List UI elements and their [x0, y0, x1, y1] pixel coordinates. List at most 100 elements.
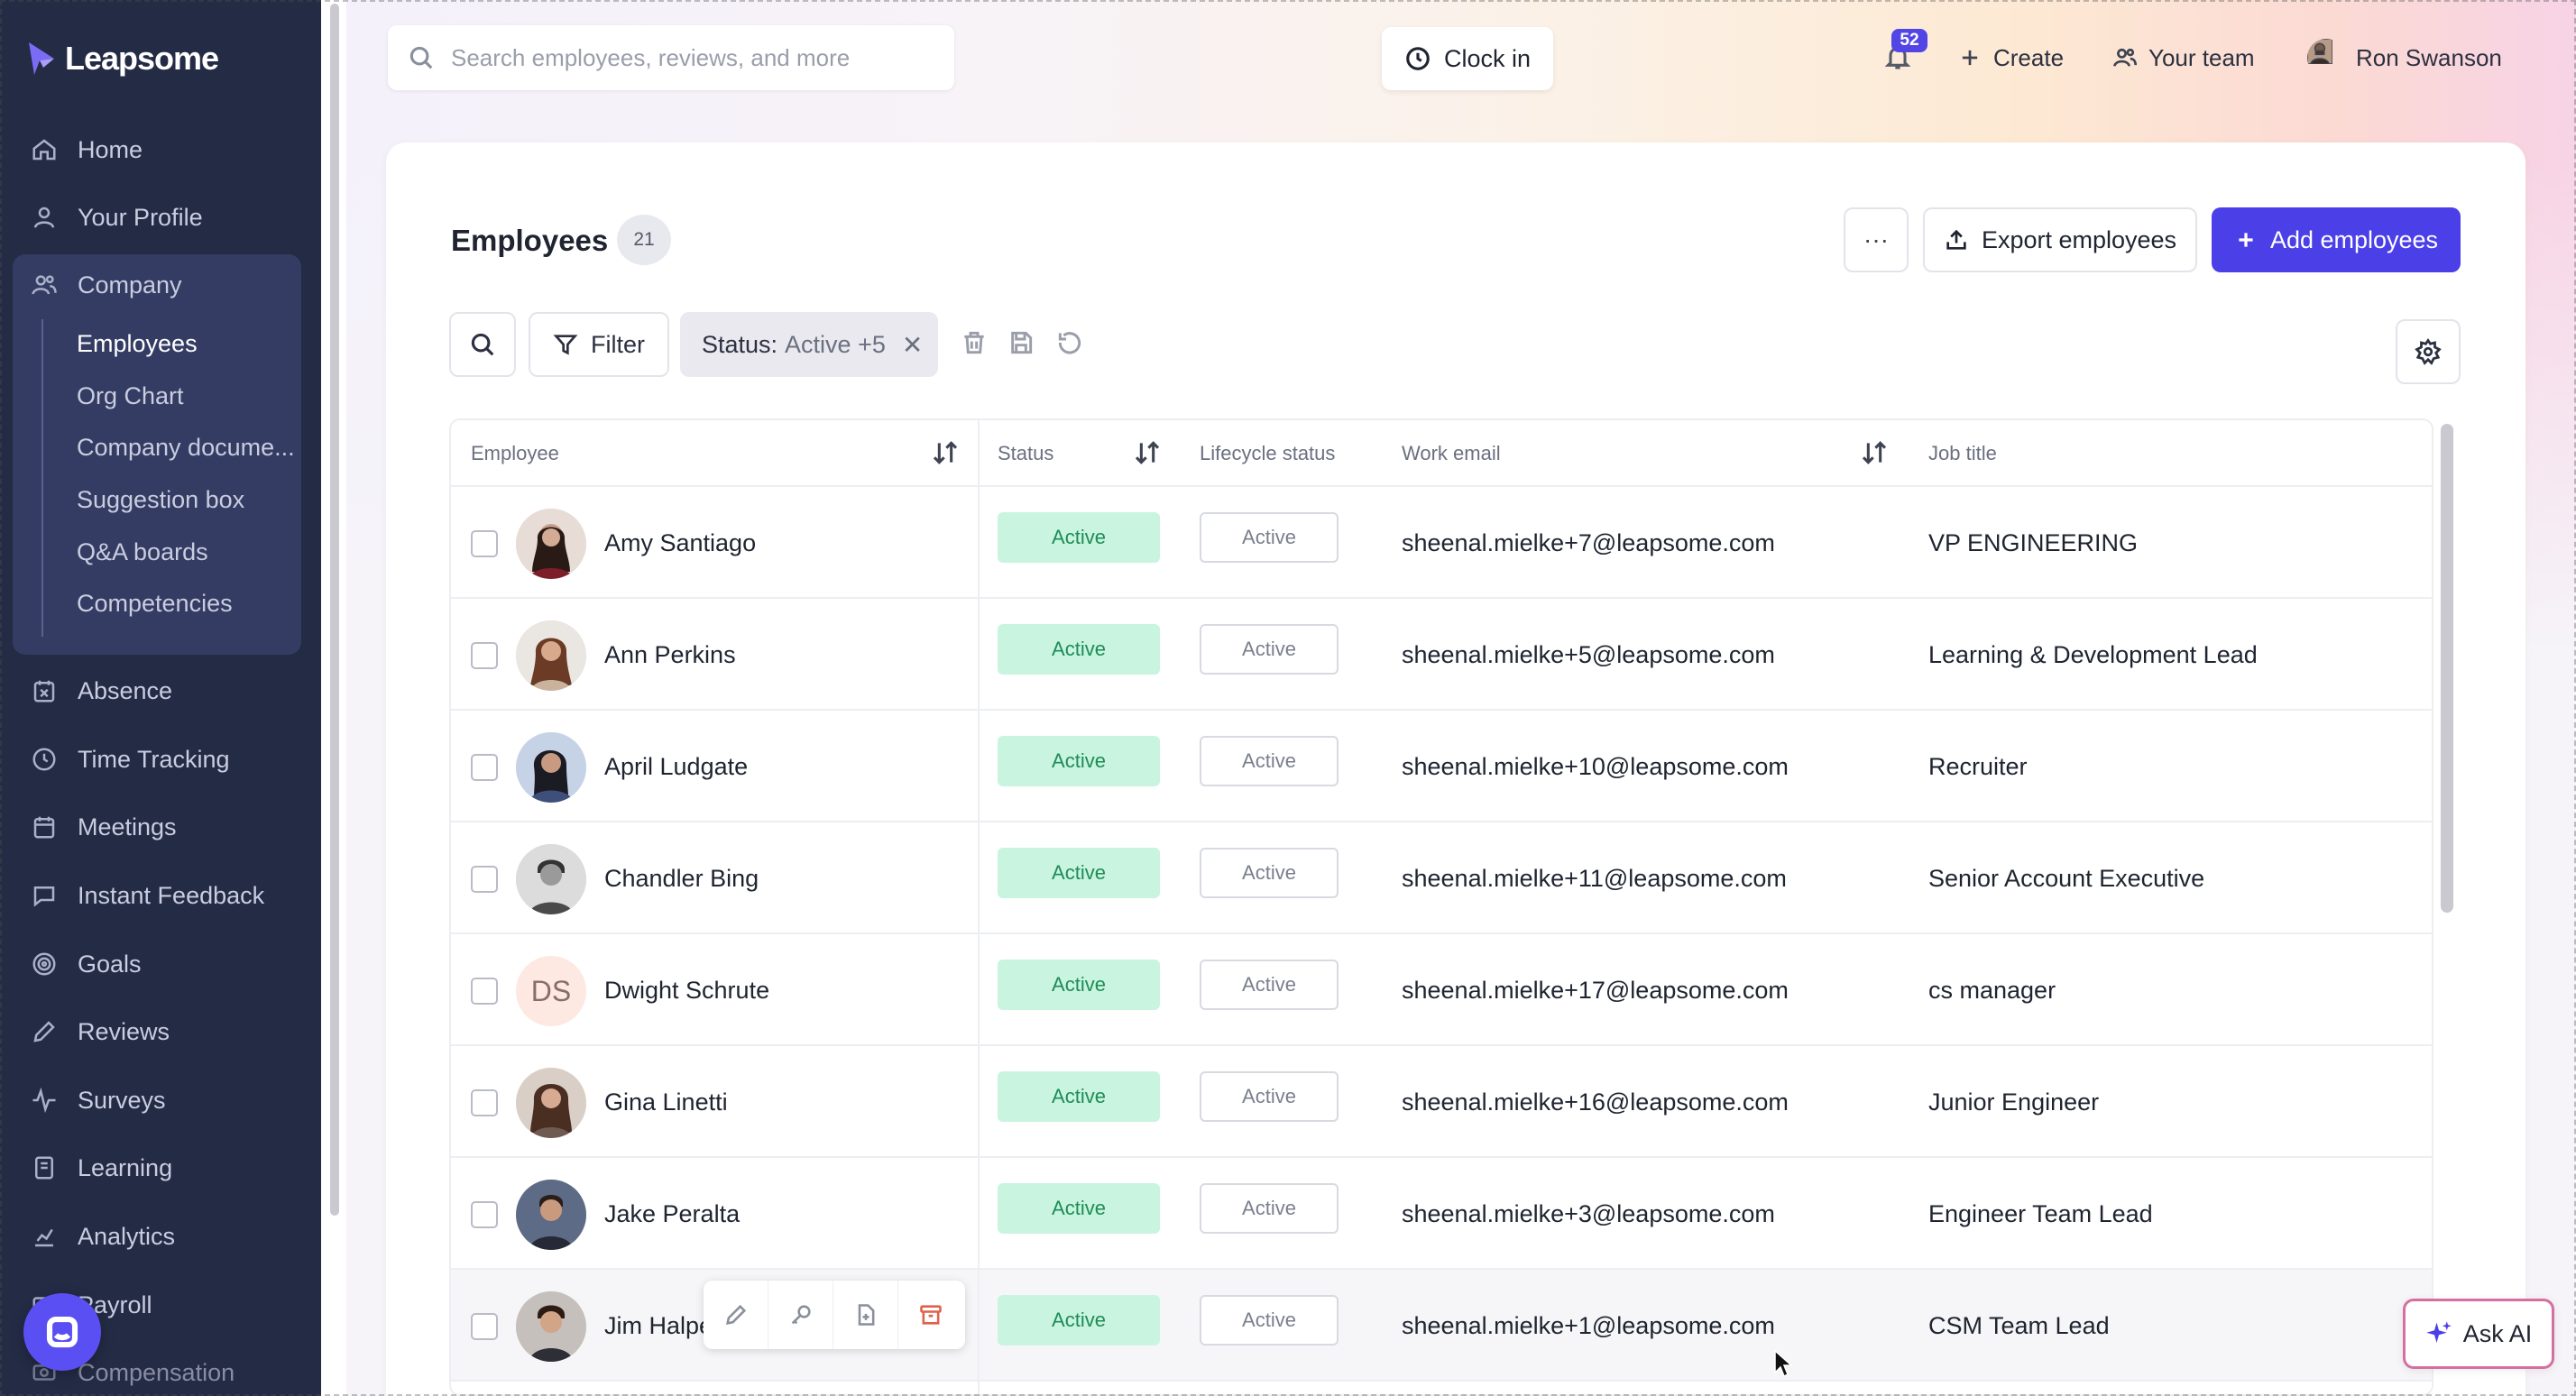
table-settings-button[interactable] — [2396, 319, 2461, 384]
employees-table: Employee Status Lifecycle status Work em… — [449, 418, 2433, 1396]
table-row[interactable]: Jim Halpe Active Active sheenal.mielke+1… — [451, 1270, 2432, 1382]
sidebar-item-meetings[interactable]: Meetings — [31, 802, 177, 852]
key-icon[interactable] — [768, 1281, 833, 1349]
avatar — [516, 509, 586, 579]
your-team-button[interactable]: Your team — [2112, 40, 2255, 76]
archive-icon[interactable] — [898, 1281, 963, 1349]
employee-name[interactable]: Jake Peralta — [604, 1158, 740, 1270]
sort-icon[interactable] — [931, 438, 960, 467]
sidebar-item-label: Analytics — [78, 1222, 176, 1250]
leapsome-logo[interactable]: Leapsome — [27, 40, 219, 78]
sidebar-item-home[interactable]: Home — [31, 124, 143, 175]
support-chat-button[interactable] — [23, 1293, 101, 1371]
row-checkbox[interactable] — [471, 530, 498, 557]
status-badge: Active — [998, 736, 1160, 786]
filter-button[interactable]: Filter — [529, 312, 669, 377]
row-checkbox[interactable] — [471, 1201, 498, 1228]
avatar — [516, 732, 586, 803]
sidebar-item-goals[interactable]: Goals — [31, 939, 142, 989]
avatar — [2307, 39, 2345, 77]
status-filter-chip[interactable]: Status: Active +5 ✕ — [680, 312, 938, 377]
row-checkbox[interactable] — [471, 1313, 498, 1340]
add-employees-button[interactable]: Add employees — [2212, 207, 2461, 272]
employee-name[interactable]: Gina Linetti — [604, 1046, 728, 1158]
job-title: Learning & Development Lead — [1928, 640, 2258, 668]
avatar — [516, 1291, 586, 1362]
global-search-input[interactable] — [451, 43, 938, 72]
row-checkbox[interactable] — [471, 754, 498, 781]
table-row[interactable]: Gina Linetti Active Active sheenal.mielk… — [451, 1046, 2432, 1158]
employee-name[interactable]: Ann Perkins — [604, 599, 736, 711]
table-row[interactable]: Jake Peralta Active Active sheenal.mielk… — [451, 1158, 2432, 1270]
sidebar-item-surveys[interactable]: Surveys — [31, 1075, 166, 1125]
more-options-button[interactable]: ··· — [1844, 207, 1909, 272]
column-header-job-title[interactable]: Job title — [1928, 420, 1997, 487]
sort-icon[interactable] — [1133, 438, 1162, 467]
sidebar-item-instant-feedback[interactable]: Instant Feedback — [31, 870, 264, 921]
row-checkbox[interactable] — [471, 642, 498, 669]
employee-name[interactable]: April Ludgate — [604, 711, 748, 822]
column-header-work-email[interactable]: Work email — [1402, 420, 1501, 487]
row-checkbox[interactable] — [471, 866, 498, 893]
employee-name[interactable]: Dwight Schrute — [604, 934, 769, 1046]
table-row[interactable]: Ann Perkins Active Active sheenal.mielke… — [451, 599, 2432, 711]
sidebar-subitem-employees[interactable]: Employees — [77, 321, 198, 366]
row-checkbox[interactable] — [471, 978, 498, 1005]
sidebar-subitem-qa-boards[interactable]: Q&A boards — [77, 529, 208, 574]
sidebar-item-absence[interactable]: Absence — [31, 666, 172, 716]
work-email: sheenal.mielke+3@leapsome.com — [1402, 1199, 1775, 1227]
filter-icon — [553, 335, 578, 355]
edit-icon[interactable] — [704, 1281, 768, 1349]
sidebar-item-reviews[interactable]: Reviews — [31, 1006, 170, 1057]
employee-name[interactable]: Jim Halpe — [604, 1270, 713, 1382]
sidebar-item-company[interactable]: Company — [31, 260, 182, 310]
job-title: Junior Engineer — [1928, 1088, 2100, 1116]
sidebar-subitem-org-chart[interactable]: Org Chart — [77, 373, 184, 418]
employee-name[interactable]: Amy Santiago — [604, 487, 756, 599]
sparkle-icon — [2425, 1321, 2452, 1343]
pencil-icon — [31, 1018, 58, 1045]
sidebar-item-analytics[interactable]: Analytics — [31, 1211, 175, 1262]
sidebar-scrollbar[interactable] — [330, 4, 339, 1216]
sidebar-subitem-competencies[interactable]: Competencies — [77, 581, 233, 626]
global-search[interactable] — [388, 25, 954, 90]
create-button[interactable]: Create — [1957, 40, 2064, 76]
ask-ai-label: Ask AI — [2462, 1319, 2533, 1347]
sidebar-subitem-company-documents[interactable]: Company docume... — [77, 425, 295, 470]
table-row[interactable]: April Ludgate Active Active sheenal.miel… — [451, 711, 2432, 822]
trash-icon[interactable] — [960, 328, 989, 357]
table-row[interactable]: Chandler Bing Active Active sheenal.miel… — [451, 822, 2432, 934]
clock-in-button[interactable]: Clock in — [1382, 27, 1553, 90]
employee-name[interactable]: Chandler Bing — [604, 822, 759, 934]
ask-ai-button[interactable]: Ask AI — [2403, 1299, 2554, 1369]
work-email: sheenal.mielke+7@leapsome.com — [1402, 528, 1775, 556]
export-employees-button[interactable]: Export employees — [1923, 207, 2197, 272]
table-scrollbar[interactable] — [2441, 424, 2453, 913]
column-header-lifecycle-status[interactable]: Lifecycle status — [1200, 420, 1335, 487]
work-email: sheenal.mielke+11@leapsome.com — [1402, 864, 1787, 892]
plus-icon — [1962, 50, 1978, 66]
sidebar-item-time-tracking[interactable]: Time Tracking — [31, 734, 230, 785]
column-header-status[interactable]: Status — [998, 420, 1053, 487]
upload-icon — [1946, 229, 1966, 250]
sort-icon[interactable] — [1860, 438, 1889, 467]
job-title: VP ENGINEERING — [1928, 528, 2139, 556]
clock-in-label: Clock in — [1443, 44, 1532, 72]
sidebar-subitem-suggestion-box[interactable]: Suggestion box — [77, 477, 244, 522]
sidebar-item-your-profile[interactable]: Your Profile — [31, 192, 203, 243]
table-row[interactable]: Amy Santiago Active Active sheenal.mielk… — [451, 487, 2432, 599]
save-icon[interactable] — [1007, 328, 1035, 357]
close-icon[interactable]: ✕ — [902, 330, 923, 360]
status-badge: Active — [998, 848, 1160, 898]
row-checkbox[interactable] — [471, 1089, 498, 1116]
user-menu[interactable]: Ron Swanson — [2307, 39, 2502, 77]
table-row[interactable]: DS Dwight Schrute Active Active sheenal.… — [451, 934, 2432, 1046]
users-icon — [31, 271, 58, 298]
sidebar-item-learning[interactable]: Learning — [31, 1143, 172, 1193]
job-title: Recruiter — [1928, 752, 2028, 780]
table-search-button[interactable] — [449, 312, 516, 377]
document-add-icon[interactable] — [833, 1281, 898, 1349]
search-icon — [471, 333, 494, 356]
column-header-employee[interactable]: Employee — [471, 420, 559, 487]
reset-icon[interactable] — [1055, 328, 1084, 357]
